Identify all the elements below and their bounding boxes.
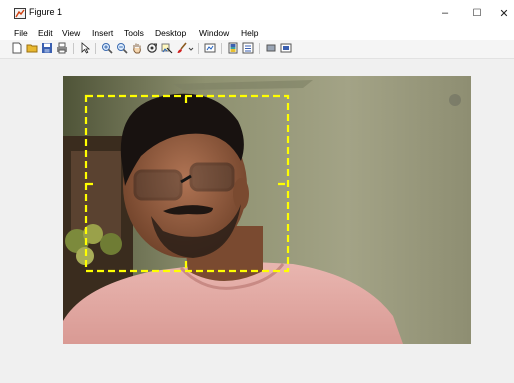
minimize-button[interactable]: –: [430, 2, 460, 24]
zoom-out-icon[interactable]: [116, 42, 128, 54]
insert-legend-icon[interactable]: [242, 42, 254, 54]
maximize-button[interactable]: ☐: [462, 2, 492, 24]
menu-view[interactable]: View: [62, 28, 80, 38]
face-detection-box: [84, 94, 290, 273]
menu-window[interactable]: Window: [199, 28, 229, 38]
link-plot-icon[interactable]: [204, 42, 216, 54]
show-plot-tools-icon[interactable]: [280, 42, 292, 54]
menu-desktop[interactable]: Desktop: [155, 28, 186, 38]
brush-icon[interactable]: [176, 42, 188, 54]
edit-plot-arrow-icon[interactable]: [79, 42, 91, 54]
menu-help[interactable]: Help: [241, 28, 258, 38]
toolbar-separator: [198, 43, 199, 54]
title-bar: Figure 1 – ☐ ✕: [0, 0, 514, 26]
menu-insert[interactable]: Insert: [92, 28, 113, 38]
open-file-icon[interactable]: [26, 42, 38, 54]
toolbar-separator: [221, 43, 222, 54]
menu-bar: File Edit View Insert Tools Desktop Wind…: [0, 27, 514, 40]
menu-edit[interactable]: Edit: [38, 28, 53, 38]
menu-file[interactable]: File: [14, 28, 28, 38]
data-cursor-icon[interactable]: [161, 42, 173, 54]
zoom-in-icon[interactable]: [101, 42, 113, 54]
print-icon[interactable]: [56, 42, 68, 54]
window-title: Figure 1: [29, 7, 63, 17]
brush-dropdown-icon[interactable]: [188, 42, 194, 54]
matlab-figure-icon: [14, 8, 26, 19]
toolbar-separator: [95, 43, 96, 54]
rotate-3d-icon[interactable]: [146, 42, 158, 54]
save-icon[interactable]: [41, 42, 53, 54]
pan-hand-icon[interactable]: [131, 42, 143, 54]
insert-colorbar-icon[interactable]: [227, 42, 239, 54]
menu-tools[interactable]: Tools: [124, 28, 144, 38]
new-figure-icon[interactable]: [11, 42, 23, 54]
toolbar-separator: [259, 43, 260, 54]
webcam-image: [63, 76, 471, 344]
close-button[interactable]: ✕: [494, 2, 514, 24]
figure-toolbar: [0, 40, 514, 59]
hide-plot-tools-icon[interactable]: [265, 42, 277, 54]
toolbar-separator: [73, 43, 74, 54]
